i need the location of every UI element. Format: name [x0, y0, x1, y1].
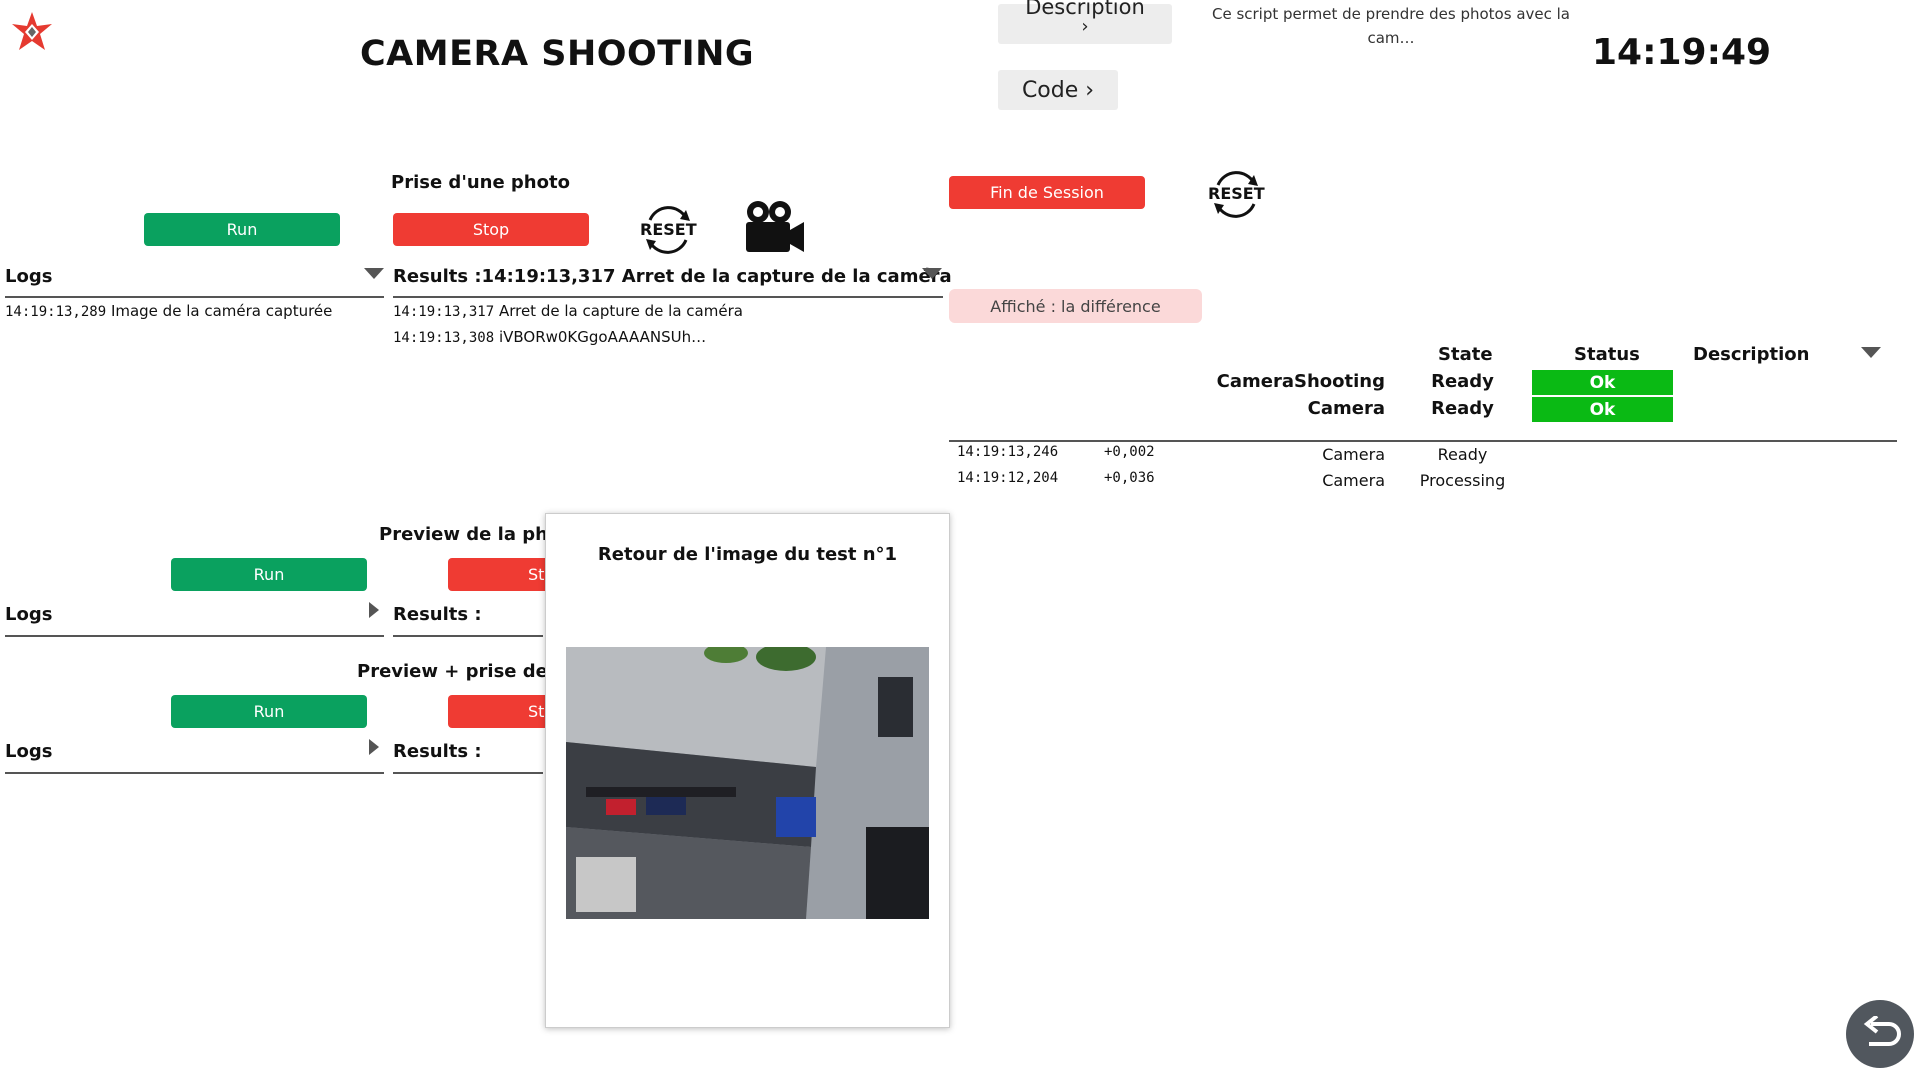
reset-label: RESET: [1208, 184, 1265, 203]
section3-results-label: Results :: [393, 741, 482, 762]
status-badge: Ok: [1532, 397, 1673, 422]
status-divider: [949, 440, 1897, 442]
status-log-delta: +0,002: [1104, 444, 1155, 460]
log-time: 14:19:13,289: [5, 304, 107, 320]
logs-expand-icon[interactable]: [369, 739, 379, 755]
component-state: Ready: [1431, 398, 1494, 419]
status-log-state: Processing: [1419, 471, 1506, 490]
status-log-time: 14:19:12,204: [957, 470, 1059, 486]
section1-logs-label: Logs: [5, 266, 53, 287]
status-log-time: 14:19:13,246: [957, 444, 1059, 460]
difference-toggle[interactable]: Affiché : la différence: [949, 289, 1202, 323]
result-time: 14:19:13,317: [393, 304, 495, 320]
result-entry: 14:19:13,317 Arret de la capture de la c…: [393, 302, 743, 320]
image-popup: Retour de l'image du test n°1: [545, 513, 950, 1028]
results-collapse-icon[interactable]: [922, 268, 942, 279]
section2-logs-divider: [5, 635, 384, 637]
section1-results-divider: [393, 296, 943, 298]
result-time: 14:19:13,308: [393, 330, 495, 346]
back-arrow-icon: [1863, 1016, 1901, 1046]
section1-logs-divider: [5, 296, 384, 298]
page-title: CAMERA SHOOTING: [360, 34, 755, 74]
logs-collapse-icon[interactable]: [364, 268, 384, 279]
popup-title: Retour de l'image du test n°1: [597, 544, 898, 565]
section3-title: Preview + prise de p: [357, 661, 567, 682]
description-button-label: Description: [1025, 0, 1145, 19]
section2-logs-label: Logs: [5, 604, 53, 625]
section2-run-button[interactable]: Run: [171, 558, 367, 591]
status-header: Status: [1574, 344, 1640, 365]
code-button[interactable]: Code ›: [998, 70, 1118, 110]
status-log-source: Camera: [1322, 471, 1385, 490]
section1-results-label: Results :14:19:13,317 Arret de la captur…: [393, 266, 952, 287]
state-header: State: [1438, 344, 1493, 365]
section2-results-divider: [393, 635, 543, 637]
section2-results-label: Results :: [393, 604, 482, 625]
section3-results-divider: [393, 772, 543, 774]
log-entry: 14:19:13,289 Image de la caméra capturée: [5, 302, 332, 320]
description-header: Description: [1693, 344, 1810, 365]
section3-logs-divider: [5, 772, 384, 774]
logs-expand-icon[interactable]: [369, 602, 379, 618]
section3-logs-label: Logs: [5, 741, 53, 762]
status-log-state: Ready: [1437, 445, 1488, 464]
clock: 14:19:49: [1592, 32, 1772, 73]
log-text: Image de la caméra capturée: [110, 302, 333, 320]
description-button[interactable]: Description ›: [998, 0, 1172, 44]
result-text: iVBORw0KGgoAAAANSUh…: [498, 328, 707, 346]
back-button[interactable]: [1846, 1000, 1914, 1068]
end-session-button[interactable]: Fin de Session: [949, 176, 1145, 209]
component-name: CameraShooting: [1216, 371, 1385, 392]
reset-icon[interactable]: RESET: [640, 202, 697, 256]
logo-icon: [12, 12, 52, 52]
script-description: Ce script permet de prendre des photos a…: [1211, 5, 1570, 47]
session-reset-icon[interactable]: RESET: [1208, 168, 1265, 220]
result-text: Arret de la capture de la caméra: [498, 302, 743, 320]
video-camera-icon[interactable]: [744, 200, 806, 256]
section3-run-button[interactable]: Run: [171, 695, 367, 728]
section2-title: Preview de la pho: [379, 524, 561, 545]
status-log-delta: +0,036: [1104, 470, 1155, 486]
section1-run-button[interactable]: Run: [144, 213, 340, 246]
component-state: Ready: [1431, 371, 1494, 392]
status-collapse-icon[interactable]: [1861, 347, 1881, 358]
section1-title: Prise d'une photo: [391, 172, 570, 193]
status-badge: Ok: [1532, 370, 1673, 395]
component-name: Camera: [1307, 398, 1385, 419]
reset-label: RESET: [640, 220, 697, 239]
status-log-source: Camera: [1322, 445, 1385, 464]
section1-stop-button[interactable]: Stop: [393, 213, 589, 246]
camera-image: [566, 647, 929, 919]
result-entry: 14:19:13,308 iVBORw0KGgoAAAANSUh…: [393, 328, 706, 346]
chevron-right-icon: ›: [1081, 16, 1089, 37]
